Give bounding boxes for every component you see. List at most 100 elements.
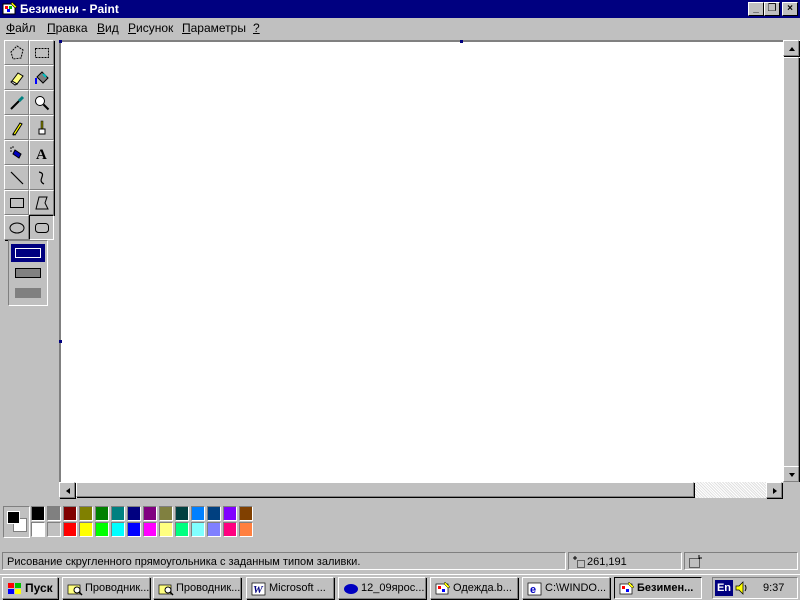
language-indicator[interactable]: En [715, 580, 733, 596]
palette-color-bottom-13[interactable] [239, 522, 253, 537]
palette-color-bottom-4[interactable] [95, 522, 109, 537]
palette-color-top-4[interactable] [95, 506, 109, 521]
menu-file[interactable]: Файл [6, 21, 36, 35]
menu-edit-label: равка [55, 21, 88, 35]
tool-pencil[interactable] [4, 115, 29, 140]
palette-color-bottom-8[interactable] [159, 522, 173, 537]
canvas-resize-handle-left[interactable] [59, 340, 62, 343]
restore-button[interactable]: ❐ [764, 2, 780, 16]
palette-color-bottom-2[interactable] [63, 522, 77, 537]
palette-color-top-10[interactable] [191, 506, 205, 521]
fill-style-outline[interactable] [11, 244, 45, 262]
palette-color-top-11[interactable] [207, 506, 221, 521]
menu-edit[interactable]: Правка [47, 21, 88, 35]
taskbar-task-label: Microsoft ... [269, 582, 326, 594]
taskbar-task-5[interactable]: e C:\WINDO... [522, 577, 610, 599]
tool-free-select[interactable] [4, 40, 29, 65]
menu-bar: Файл Правка Вид Рисунок Параметры ? [0, 18, 800, 38]
palette-color-bottom-5[interactable] [111, 522, 125, 537]
start-label: Пуск [25, 581, 53, 595]
taskbar-task-label: Безимен... [637, 582, 694, 594]
tool-ellipse[interactable] [4, 215, 29, 240]
palette-color-bottom-11[interactable] [207, 522, 221, 537]
taskbar-task-3[interactable]: 12_09ярос... [338, 577, 426, 599]
tool-text[interactable]: A [29, 140, 54, 165]
window-title: Безимени - Paint [20, 2, 119, 16]
fill-style-outline-fill[interactable] [11, 264, 45, 282]
tool-line[interactable] [4, 165, 29, 190]
menu-view[interactable]: Вид [97, 21, 119, 35]
tool-magnifier[interactable] [29, 90, 54, 115]
close-button[interactable]: × [782, 2, 798, 16]
current-colors[interactable] [3, 506, 30, 538]
palette-color-top-7[interactable] [143, 506, 157, 521]
palette-color-top-1[interactable] [47, 506, 61, 521]
outline-style-icon [15, 248, 41, 258]
minimize-icon: _ [753, 3, 759, 14]
palette-color-top-6[interactable] [127, 506, 141, 521]
explorer-icon [158, 584, 174, 596]
fill-style-fill[interactable] [11, 284, 45, 302]
palette-color-bottom-1[interactable] [47, 522, 61, 537]
tool-curve[interactable] [29, 165, 54, 190]
palette-color-bottom-12[interactable] [223, 522, 237, 537]
palette-color-top-3[interactable] [79, 506, 93, 521]
canvas-resize-handle-corner[interactable] [59, 40, 62, 43]
palette-color-top-12[interactable] [223, 506, 237, 521]
menu-help[interactable]: ? [253, 21, 260, 35]
palette-color-top-13[interactable] [239, 506, 253, 521]
scroll-left-button[interactable] [59, 482, 75, 498]
foreground-color-swatch[interactable] [7, 511, 20, 524]
scroll-right-button[interactable] [766, 482, 782, 498]
ie-icon: e [527, 582, 542, 596]
tool-rect-select[interactable] [29, 40, 54, 65]
palette-color-top-5[interactable] [111, 506, 125, 521]
palette-color-top-8[interactable] [159, 506, 173, 521]
palette-color-top-9[interactable] [175, 506, 189, 521]
scroll-down-button[interactable] [783, 466, 799, 482]
title-bar[interactable]: Безимени - Paint _ ❐ × [0, 0, 800, 18]
taskbar-task-0[interactable]: Проводник... [62, 577, 150, 599]
menu-image[interactable]: Рисунок [128, 21, 173, 35]
eraser-icon [10, 72, 24, 86]
palette-color-bottom-3[interactable] [79, 522, 93, 537]
taskbar-task-label: Проводник... [85, 582, 150, 594]
canvas-resize-handle-top[interactable] [460, 40, 463, 43]
tool-brush[interactable] [29, 115, 54, 140]
taskbar-task-6[interactable]: Безимен... [614, 577, 702, 599]
palette-color-top-0[interactable] [31, 506, 45, 521]
paint-app-icon[interactable] [2, 1, 18, 17]
vertical-scrollbar[interactable] [783, 40, 800, 482]
palette-color-bottom-0[interactable] [31, 522, 45, 537]
palette-color-bottom-10[interactable] [191, 522, 205, 537]
menu-options[interactable]: Параметры [182, 21, 246, 35]
taskbar-task-1[interactable]: Проводник... [153, 577, 241, 599]
clock[interactable]: 9:37 [763, 582, 784, 594]
tool-eraser[interactable] [4, 65, 29, 90]
horizontal-scrollbar[interactable] [59, 482, 783, 498]
palette-color-bottom-9[interactable] [175, 522, 189, 537]
taskbar: Пуск Проводник... Проводник... W Microsoft … [0, 574, 800, 600]
taskbar-task-2[interactable]: W Microsoft ... [246, 577, 334, 599]
tool-polygon[interactable] [29, 190, 54, 215]
tool-fill[interactable] [29, 65, 54, 90]
drawing-canvas[interactable] [61, 42, 783, 482]
tool-rectangle[interactable] [4, 190, 29, 215]
outline-fill-style-icon [15, 268, 41, 278]
horizontal-scroll-thumb[interactable] [76, 482, 694, 497]
color-picker-icon [10, 95, 25, 110]
tool-airbrush[interactable] [4, 140, 29, 165]
vertical-scroll-thumb[interactable] [783, 57, 799, 467]
selection-size-icon [689, 555, 702, 568]
palette-color-bottom-6[interactable] [127, 522, 141, 537]
palette-color-top-2[interactable] [63, 506, 77, 521]
tool-rounded-rect[interactable] [29, 215, 54, 240]
start-button[interactable]: Пуск [2, 577, 58, 599]
scroll-up-button[interactable] [783, 40, 799, 56]
tool-color-picker[interactable] [4, 90, 29, 115]
taskbar-task-4[interactable]: Одежда.b... [430, 577, 518, 599]
speaker-icon[interactable] [734, 580, 750, 596]
minimize-button[interactable]: _ [748, 2, 764, 16]
palette-color-bottom-7[interactable] [143, 522, 157, 537]
line-icon [10, 171, 24, 185]
